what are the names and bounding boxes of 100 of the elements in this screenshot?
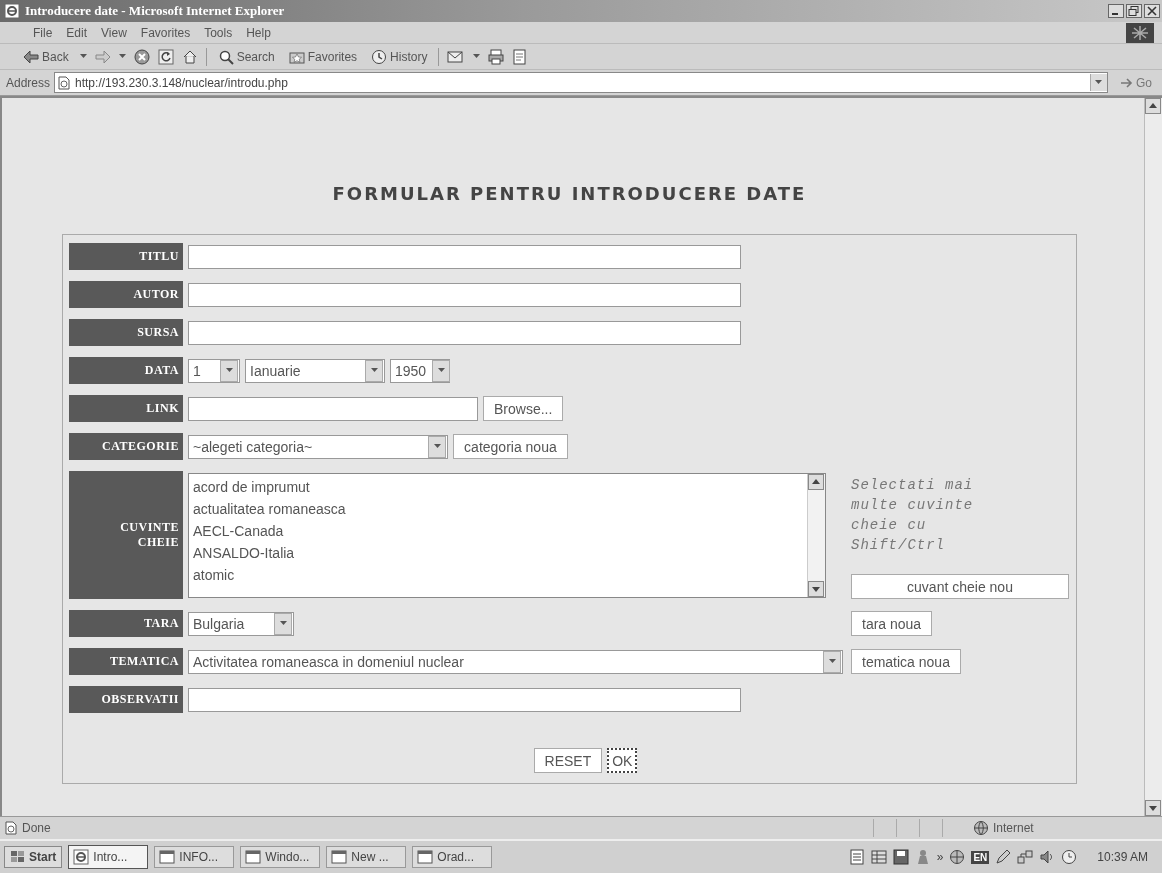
- scroll-up-icon[interactable]: [808, 473, 824, 490]
- toolbar-button[interactable]: Search: [214, 46, 278, 67]
- dropdown-arrow-icon: [433, 444, 441, 449]
- address-field[interactable]: http://193.230.3.148/nuclear/introdu.php: [54, 72, 1108, 93]
- chevron-text[interactable]: »: [936, 850, 944, 864]
- taskbar-button[interactable]: INFO...: [154, 846, 235, 868]
- caret-icon: [79, 54, 87, 59]
- logo-icon: [1126, 22, 1154, 43]
- globe-icon[interactable]: [949, 849, 966, 865]
- close-icon[interactable]: [1144, 4, 1160, 18]
- floppy-icon[interactable]: [892, 849, 909, 865]
- dropdown[interactable]: 1: [188, 358, 240, 383]
- list-option[interactable]: actualitatea romaneasca: [193, 497, 803, 520]
- scroll-down-icon[interactable]: [1145, 800, 1161, 816]
- toolbar-button[interactable]: History: [368, 46, 431, 67]
- ok-button[interactable]: OK: [607, 748, 638, 773]
- file-field[interactable]: [188, 396, 478, 421]
- list-option[interactable]: AECL-Canada: [193, 519, 803, 542]
- menu-item[interactable]: File: [26, 23, 60, 42]
- form-button[interactable]: categoria noua: [453, 434, 568, 459]
- field-label: TARA: [69, 610, 183, 637]
- pencil-icon[interactable]: [995, 849, 1012, 865]
- form-title: FORMULAR PENTRU INTRODUCERE DATE: [331, 183, 808, 204]
- dropdown[interactable]: Bulgaria: [188, 611, 295, 636]
- minimize-icon[interactable]: [1108, 4, 1124, 18]
- taskbar-button[interactable]: Windo...: [240, 846, 321, 868]
- dropdown[interactable]: 1950: [390, 358, 450, 383]
- list-option[interactable]: acord de imprumut: [193, 475, 803, 498]
- refresh-icon[interactable]: [157, 48, 174, 65]
- field-label: CATEGORIE: [69, 433, 183, 460]
- page-icon: [4, 821, 18, 835]
- edit-icon[interactable]: [512, 48, 529, 65]
- text-field[interactable]: [188, 320, 741, 345]
- scroll-up-icon[interactable]: [1145, 98, 1161, 114]
- toolbar-button[interactable]: Favorites: [285, 46, 361, 67]
- dropdown[interactable]: Activitatea romaneasca in domeniul nuclear: [188, 649, 843, 674]
- back-arrow-icon: [23, 49, 39, 64]
- globe-icon: [973, 820, 989, 836]
- print-icon[interactable]: [488, 48, 505, 65]
- history-icon: [371, 48, 388, 65]
- clock-text: 10:39 AM: [1096, 850, 1149, 864]
- field-label: TEMATICA: [69, 648, 183, 675]
- form-button[interactable]: tematica noua: [851, 649, 961, 674]
- taskbar-button[interactable]: Intro...: [68, 845, 149, 869]
- status-text: Done: [22, 821, 51, 835]
- menu-item[interactable]: View: [94, 23, 134, 42]
- home-icon[interactable]: [181, 48, 198, 65]
- text-field[interactable]: [188, 244, 741, 269]
- scroll-down-icon[interactable]: [808, 580, 824, 597]
- form-button[interactable]: tara noua: [851, 611, 933, 636]
- dropdown-arrow-icon: [279, 621, 287, 626]
- field-label: LINK: [69, 395, 183, 422]
- document-icon[interactable]: [848, 849, 865, 865]
- dropdown-arrow-icon: [437, 368, 445, 373]
- address-label: Address: [6, 75, 51, 90]
- field-label: OBSERVATII: [69, 686, 183, 713]
- menu-item[interactable]: Edit: [59, 23, 95, 42]
- window-icon: [159, 850, 176, 864]
- window-icon: [331, 850, 348, 864]
- menu-item[interactable]: Tools: [197, 23, 240, 42]
- mail-icon[interactable]: [447, 48, 466, 65]
- flag-icon: [10, 850, 26, 864]
- language-indicator[interactable]: EN: [971, 850, 990, 864]
- taskbar-button[interactable]: New ...: [326, 846, 407, 868]
- maximize-icon[interactable]: [1126, 4, 1142, 18]
- dropdown-arrow-icon: [828, 659, 836, 664]
- window-title: Introducere date - Microsoft Internet Explorer: [25, 3, 286, 19]
- browse-button[interactable]: Browse...: [483, 396, 564, 421]
- zone-text: Internet: [993, 821, 1034, 835]
- caret-icon: [473, 54, 481, 59]
- window-icon: [417, 850, 434, 864]
- window-icon: [245, 850, 262, 864]
- field-label: SURSA: [69, 319, 183, 346]
- text-field[interactable]: [188, 687, 741, 712]
- form-button[interactable]: cuvant cheie nou: [851, 574, 1069, 599]
- search-icon: [217, 48, 234, 65]
- list-option[interactable]: ANSALDO-Italia: [193, 541, 803, 564]
- caret-icon: [118, 54, 126, 59]
- menu-item[interactable]: Help: [239, 23, 278, 42]
- browser-icon: [73, 849, 90, 865]
- hint-text: Selectati mai multe cuvinte cheie cu Shift/Ctrl: [851, 476, 975, 555]
- go-arrow-icon: [1120, 76, 1134, 89]
- dropdown-arrow-icon: [225, 368, 233, 373]
- reset-button[interactable]: RESET: [533, 748, 603, 773]
- back-button[interactable]: Back: [20, 47, 72, 66]
- list-option[interactable]: atomic: [193, 563, 803, 586]
- menu-item[interactable]: Favorites: [133, 23, 198, 42]
- start-button[interactable]: Start: [4, 846, 63, 868]
- taskbar-button[interactable]: Orad...: [412, 846, 493, 868]
- dropdown[interactable]: Ianuarie: [245, 358, 385, 383]
- field-label: DATA: [69, 357, 183, 384]
- dropdown[interactable]: ~alegeti categoria~: [188, 434, 449, 459]
- keyword-list[interactable]: acord de imprumut actualitatea romaneasca AECL-Canada ANSALDO-Italia atomic: [188, 472, 826, 598]
- grid-icon[interactable]: [870, 849, 887, 865]
- field-label: AUTOR: [69, 281, 183, 308]
- clock-icon[interactable]: [1061, 849, 1078, 865]
- text-field[interactable]: [188, 282, 741, 307]
- network-icon[interactable]: [1017, 849, 1034, 865]
- stop-icon[interactable]: [133, 48, 150, 65]
- dropdown-arrow-icon: [1095, 80, 1103, 85]
